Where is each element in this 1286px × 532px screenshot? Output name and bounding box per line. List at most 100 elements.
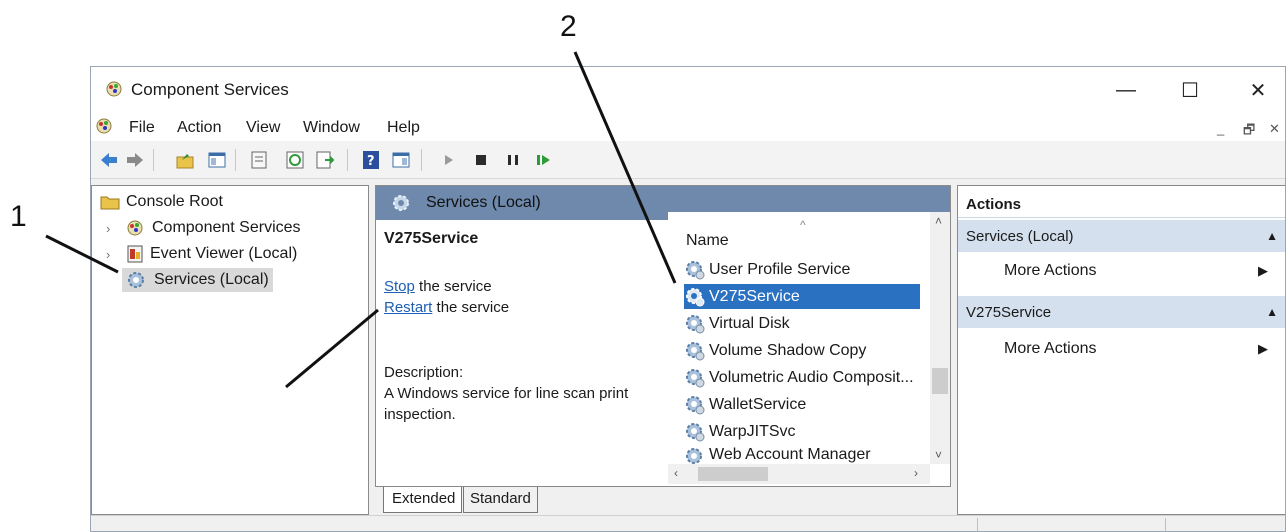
- scroll-right-arrow-icon[interactable]: ›: [914, 466, 918, 480]
- actions-section-v275service[interactable]: V275Service ▲: [958, 296, 1285, 328]
- collapse-triangle-icon[interactable]: ▲: [1266, 229, 1278, 243]
- tree-selection-highlight: Services (Local): [122, 268, 273, 292]
- show-hide-action-pane-icon[interactable]: [391, 150, 411, 170]
- service-gear-icon: [686, 260, 705, 279]
- show-hide-tree-icon[interactable]: [207, 150, 227, 170]
- child-restore-button[interactable]: 🗗: [1243, 121, 1255, 143]
- service-row[interactable]: Volume Shadow Copy: [684, 338, 920, 363]
- window-title: Component Services: [131, 80, 289, 99]
- services-pane-title: Services (Local): [426, 194, 541, 211]
- scroll-left-arrow-icon[interactable]: ‹: [674, 466, 678, 480]
- service-row-label: WalletService: [709, 395, 807, 413]
- status-divider: [1165, 518, 1166, 531]
- stop-service-link[interactable]: Stop: [384, 278, 415, 295]
- service-gear-icon: [686, 448, 702, 464]
- scroll-up-arrow-icon[interactable]: ˄: [935, 214, 942, 228]
- more-actions-label: More Actions: [1004, 340, 1097, 357]
- child-close-button[interactable]: ✕: [1269, 121, 1280, 137]
- services-list: ^ Name User Profile Service V275Service …: [668, 212, 950, 486]
- help-icon[interactable]: ?: [361, 150, 381, 170]
- stop-service-line: Stop the service: [384, 278, 492, 295]
- tree-item-event-viewer[interactable]: Event Viewer (Local): [126, 242, 297, 266]
- expand-chevron-icon[interactable]: ›: [106, 247, 110, 262]
- event-viewer-icon: [127, 245, 143, 263]
- services-gear-icon: [128, 272, 144, 288]
- tree-item-label: Component Services: [152, 219, 301, 236]
- expand-chevron-icon[interactable]: ›: [106, 221, 110, 236]
- toolbar-separator: [421, 149, 422, 171]
- forward-arrow-icon[interactable]: [125, 150, 145, 170]
- service-gear-icon: [686, 422, 705, 441]
- service-gear-icon: [686, 314, 705, 333]
- service-row-label: WarpJITSvc: [709, 422, 796, 440]
- mdi-child-icon[interactable]: [95, 117, 115, 135]
- view-tabs: Extended Standard: [379, 487, 559, 515]
- minimize-button[interactable]: —: [1103, 73, 1149, 107]
- restart-service-link[interactable]: Restart: [384, 299, 432, 316]
- service-row[interactable]: Web Account Manager: [684, 446, 920, 464]
- stop-service-icon[interactable]: [471, 150, 491, 170]
- column-header-name[interactable]: Name: [686, 232, 729, 250]
- service-row-label: Volume Shadow Copy: [709, 341, 867, 359]
- horizontal-scroll-thumb[interactable]: [698, 467, 768, 481]
- collapse-triangle-icon[interactable]: ▲: [1266, 305, 1278, 319]
- folder-icon: [100, 196, 120, 210]
- maximize-button[interactable]: ☐: [1167, 73, 1213, 107]
- tab-extended[interactable]: Extended: [383, 487, 463, 513]
- tree-item-label: Services (Local): [154, 271, 269, 288]
- menu-view[interactable]: View: [246, 119, 280, 137]
- service-row-selected[interactable]: V275Service: [684, 284, 920, 309]
- scroll-down-arrow-icon[interactable]: ˅: [935, 448, 942, 462]
- toolbar-separator: [153, 149, 154, 171]
- properties-icon[interactable]: [249, 150, 269, 170]
- console-tree-pane: Console Root › Component Services › Even…: [91, 185, 369, 515]
- tree-item-console-root[interactable]: Console Root: [100, 190, 223, 214]
- tree-item-component-services[interactable]: Component Services: [126, 216, 301, 240]
- description-text-line-2: inspection.: [384, 406, 456, 423]
- callout-2: 2: [560, 10, 577, 43]
- service-row-label: Volumetric Audio Composit...: [709, 368, 914, 386]
- service-row-label: Virtual Disk: [709, 314, 790, 332]
- tree-item-services-local[interactable]: Services (Local): [122, 268, 273, 292]
- tree-item-label: Event Viewer (Local): [150, 245, 298, 262]
- resume-service-icon[interactable]: [533, 150, 553, 170]
- more-actions-item[interactable]: More Actions ▶: [1004, 262, 1274, 280]
- vertical-scrollbar[interactable]: ˄ ˅: [930, 212, 950, 464]
- service-gear-icon: [686, 341, 705, 360]
- back-arrow-icon[interactable]: [99, 150, 119, 170]
- actions-section-services-local[interactable]: Services (Local) ▲: [958, 220, 1285, 252]
- service-row[interactable]: WarpJITSvc: [684, 419, 920, 444]
- menu-file[interactable]: File: [129, 119, 155, 137]
- tab-standard[interactable]: Standard: [463, 487, 538, 513]
- service-row-label: User Profile Service: [709, 260, 851, 278]
- service-gear-icon: [686, 368, 705, 387]
- up-folder-icon[interactable]: [175, 150, 195, 170]
- close-button[interactable]: ✕: [1235, 73, 1281, 107]
- service-row-label: V275Service: [709, 287, 800, 305]
- service-gear-icon: [686, 395, 705, 414]
- pause-service-icon[interactable]: [503, 150, 523, 170]
- refresh-icon[interactable]: [285, 150, 305, 170]
- component-services-window: Component Services — ☐ ✕ File Action Vie…: [90, 66, 1286, 532]
- component-services-app-icon: [106, 81, 122, 97]
- service-row[interactable]: WalletService: [684, 392, 920, 417]
- horizontal-scrollbar[interactable]: ‹ ›: [668, 464, 930, 484]
- menu-help[interactable]: Help: [387, 119, 420, 137]
- export-list-icon[interactable]: [315, 150, 335, 170]
- child-minimize-button[interactable]: _: [1217, 121, 1224, 136]
- service-row[interactable]: User Profile Service: [684, 257, 920, 282]
- start-service-icon[interactable]: [439, 150, 459, 170]
- menu-action[interactable]: Action: [177, 119, 221, 137]
- stop-service-suffix: the service: [414, 278, 492, 295]
- service-gear-icon: [686, 287, 705, 306]
- actions-section-title: Services (Local): [966, 228, 1074, 245]
- service-row[interactable]: Volumetric Audio Composit...: [684, 365, 920, 390]
- service-row[interactable]: Virtual Disk: [684, 311, 920, 336]
- vertical-scroll-thumb[interactable]: [932, 368, 948, 394]
- restart-service-suffix: the service: [432, 299, 510, 316]
- callout-1: 1: [10, 200, 27, 233]
- menu-window[interactable]: Window: [303, 119, 360, 137]
- toolbar: ?: [91, 141, 1285, 179]
- more-actions-item[interactable]: More Actions ▶: [1004, 340, 1274, 358]
- component-services-icon: [127, 220, 143, 236]
